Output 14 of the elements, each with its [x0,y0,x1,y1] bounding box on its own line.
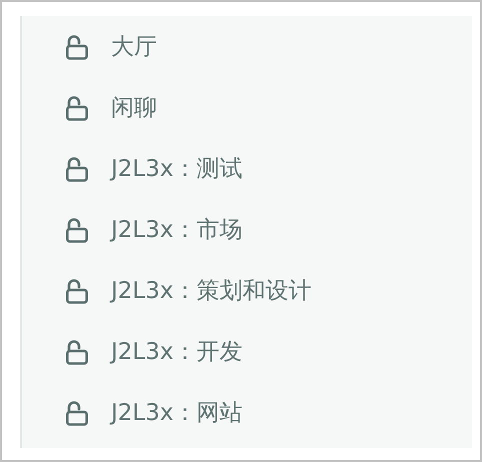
unlocked-padlock-icon [65,156,89,182]
channel-item[interactable]: J2L3x：测试 [65,138,472,199]
channel-item[interactable]: J2L3x：开发 [65,321,472,382]
unlocked-padlock-icon [65,94,89,120]
channel-item[interactable]: J2L3x：网站 [65,382,472,443]
channel-item[interactable]: 闲聊 [65,77,472,138]
unlocked-padlock-icon [65,400,89,426]
unlocked-padlock-icon [65,34,89,60]
unlocked-padlock-icon [65,278,89,304]
channel-item[interactable]: 大厅 [65,16,472,77]
unlocked-padlock-icon [65,338,89,364]
channel-item[interactable]: J2L3x：市场 [65,199,472,260]
unlocked-padlock-icon [65,216,89,242]
channel-item[interactable]: J2L3x：策划和设计 [65,260,472,321]
